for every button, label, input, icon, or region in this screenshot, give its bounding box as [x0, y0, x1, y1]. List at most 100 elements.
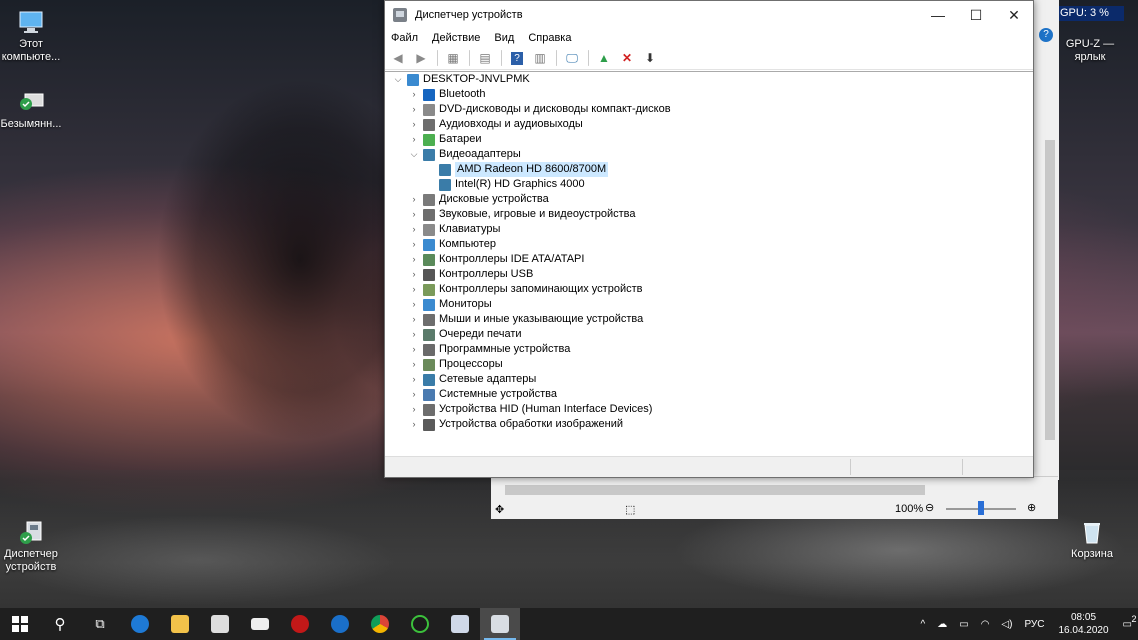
vertical-scrollbar[interactable] — [1045, 140, 1055, 440]
uninstall-device-button[interactable]: ✕ — [618, 49, 636, 67]
cloud-icon[interactable]: ☁ — [937, 619, 947, 630]
title-bar[interactable]: Диспетчер устройств — ☐ ✕ — [385, 1, 1033, 29]
chevron-right-icon[interactable]: › — [409, 192, 419, 207]
tree-category-label: Контроллеры IDE ATA/ATAPI — [439, 253, 585, 265]
fit-icon[interactable]: ⬚ — [625, 503, 635, 516]
tree-category[interactable]: › DVD-дисководы и дисководы компакт-диско… — [389, 102, 1029, 117]
battery-icon[interactable]: ▭ — [959, 619, 968, 630]
back-button[interactable]: ◀ — [389, 49, 407, 67]
tree-category[interactable]: › Клавиатуры — [389, 222, 1029, 237]
chevron-right-icon[interactable]: › — [409, 312, 419, 327]
chevron-right-icon[interactable]: › — [409, 327, 419, 342]
chevron-right-icon[interactable]: › — [409, 252, 419, 267]
chevron-right-icon[interactable]: › — [409, 222, 419, 237]
chevron-right-icon[interactable]: › — [409, 132, 419, 147]
menu-action[interactable]: Действие — [432, 32, 480, 44]
start-button[interactable] — [0, 608, 40, 640]
tree-category[interactable]: › Контроллеры IDE ATA/ATAPI — [389, 252, 1029, 267]
taskbar-app-mail[interactable] — [240, 608, 280, 640]
menu-view[interactable]: Вид — [494, 32, 514, 44]
chevron-right-icon[interactable]: › — [409, 357, 419, 372]
chevron-right-icon[interactable]: › — [409, 87, 419, 102]
tree-category[interactable]: › Системные устройства — [389, 387, 1029, 402]
show-hide-console-tree-button[interactable]: ▦ — [444, 49, 462, 67]
chevron-right-icon[interactable]: › — [409, 342, 419, 357]
tree-category[interactable]: › Сетевые адаптеры — [389, 372, 1029, 387]
tree-category[interactable]: › Bluetooth — [389, 87, 1029, 102]
disable-device-button[interactable]: ⬇ — [641, 49, 659, 67]
taskbar-app-ccleaner[interactable] — [320, 608, 360, 640]
chevron-right-icon[interactable]: › — [409, 207, 419, 222]
chevron-right-icon[interactable]: › — [409, 297, 419, 312]
taskbar-app-paint[interactable] — [440, 608, 480, 640]
chevron-right-icon[interactable]: › — [409, 267, 419, 282]
help-button[interactable]: ? — [508, 49, 526, 67]
minimize-button[interactable]: — — [919, 1, 957, 29]
chevron-right-icon[interactable]: › — [409, 402, 419, 417]
tree-root[interactable]: ⌵ DESKTOP-JNVLPMK — [389, 72, 1029, 87]
scan-hardware-button[interactable]: 🖵 — [563, 49, 581, 67]
view-button[interactable]: ▥ — [531, 49, 549, 67]
properties-button[interactable]: ▤ — [476, 49, 494, 67]
volume-icon[interactable]: ◁) — [1001, 619, 1012, 630]
device-tree[interactable]: ⌵ DESKTOP-JNVLPMK › Bluetooth › DVD-дисково… — [389, 72, 1029, 456]
tree-category[interactable]: ⌵ Видеоадаптеры — [389, 147, 1029, 162]
task-view-button[interactable]: ⧉ — [80, 608, 120, 640]
tree-category[interactable]: › Батареи — [389, 132, 1029, 147]
tree-category[interactable]: › Звуковые, игровые и видеоустройства — [389, 207, 1029, 222]
menu-help[interactable]: Справка — [528, 32, 571, 44]
chevron-right-icon[interactable]: › — [409, 372, 419, 387]
taskbar-app-device-manager[interactable] — [480, 608, 520, 640]
menu-file[interactable]: Файл — [391, 32, 418, 44]
chevron-right-icon[interactable]: › — [409, 282, 419, 297]
wifi-icon[interactable]: ◠ — [981, 619, 990, 630]
clock[interactable]: 08:05 16.04.2020 — [1058, 611, 1108, 637]
tree-category[interactable]: › Устройства HID (Human Interface Devices… — [389, 402, 1029, 417]
close-button[interactable]: ✕ — [995, 1, 1033, 29]
desktop-icon-this-pc[interactable]: Этот компьюте... — [0, 8, 66, 64]
tree-category[interactable]: › Компьютер — [389, 237, 1029, 252]
chevron-up-icon[interactable]: ^ — [921, 619, 926, 630]
desktop-icon-gpuz[interactable]: GPU-Z — ярлык — [1055, 26, 1125, 64]
desktop-icon-recycle-bin[interactable]: Корзина — [1057, 518, 1127, 561]
tree-category[interactable]: › Контроллеры запоминающих устройств — [389, 282, 1029, 297]
tree-category[interactable]: › Мыши и иные указывающие устройства — [389, 312, 1029, 327]
move-icon[interactable]: ✥ — [495, 503, 504, 516]
tree-category[interactable]: › Программные устройства — [389, 342, 1029, 357]
zoom-in-icon[interactable]: ⊕ — [1027, 501, 1036, 514]
search-button[interactable]: ⚲ — [40, 608, 80, 640]
tree-category[interactable]: › Очереди печати — [389, 327, 1029, 342]
horizontal-scrollbar[interactable] — [505, 485, 925, 495]
chevron-down-icon[interactable]: ⌵ — [393, 72, 403, 87]
taskbar-app-explorer[interactable] — [160, 608, 200, 640]
chevron-right-icon[interactable]: › — [409, 102, 419, 117]
chevron-right-icon[interactable]: › — [409, 237, 419, 252]
taskbar-app-fps[interactable] — [400, 608, 440, 640]
language-indicator[interactable]: РУС — [1024, 619, 1044, 630]
taskbar-app-store[interactable] — [200, 608, 240, 640]
maximize-button[interactable]: ☐ — [957, 1, 995, 29]
chevron-right-icon[interactable]: › — [409, 387, 419, 402]
update-driver-button[interactable]: ▲ — [595, 49, 613, 67]
tree-category[interactable]: › Процессоры — [389, 357, 1029, 372]
tree-device[interactable]: AMD Radeon HD 8600/8700M — [389, 162, 1029, 177]
taskbar-app-edge[interactable] — [120, 608, 160, 640]
forward-button[interactable]: ▶ — [412, 49, 430, 67]
help-icon[interactable]: ? — [1039, 28, 1053, 42]
chevron-right-icon[interactable]: › — [409, 417, 419, 432]
tree-category[interactable]: › Мониторы — [389, 297, 1029, 312]
tree-category[interactable]: › Контроллеры USB — [389, 267, 1029, 282]
chevron-down-icon[interactable]: ⌵ — [409, 147, 419, 162]
tree-category[interactable]: › Устройства обработки изображений — [389, 417, 1029, 432]
tree-device[interactable]: Intel(R) HD Graphics 4000 — [389, 177, 1029, 192]
taskbar-app-red[interactable] — [280, 608, 320, 640]
desktop-icon-device-manager[interactable]: Диспетчер устройств — [0, 518, 66, 574]
chevron-right-icon[interactable]: › — [409, 117, 419, 132]
tree-category[interactable]: › Дисковые устройства — [389, 192, 1029, 207]
desktop-icon-untitled[interactable]: Безымянн... — [0, 88, 66, 131]
zoom-slider-handle[interactable] — [978, 501, 984, 515]
notification-center-button[interactable]: ▭ 2 — [1123, 614, 1137, 630]
tree-category[interactable]: › Аудиовходы и аудиовыходы — [389, 117, 1029, 132]
taskbar-app-chrome[interactable] — [360, 608, 400, 640]
zoom-out-icon[interactable]: ⊖ — [925, 501, 934, 514]
